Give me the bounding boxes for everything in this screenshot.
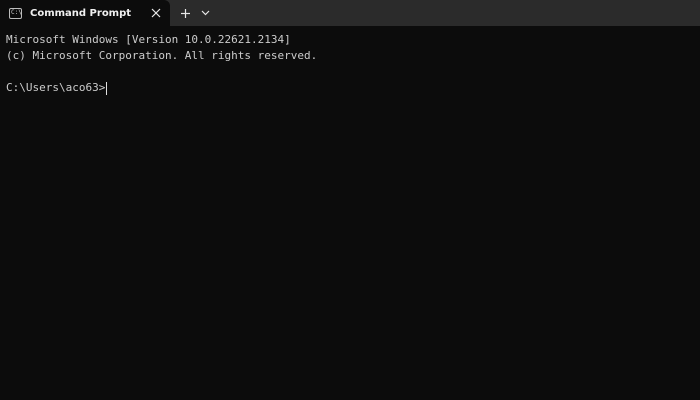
output-line-version: Microsoft Windows [Version 10.0.22621.21… [6,33,291,46]
tab-title: Command Prompt [30,7,132,19]
prompt-path: C:\Users\aco63> [6,81,106,94]
output-line-copyright: (c) Microsoft Corporation. All rights re… [6,49,318,62]
close-icon-glyph [151,8,161,18]
new-tab-button[interactable] [176,4,194,22]
tab-command-prompt[interactable]: C:\ Command Prompt [0,0,170,26]
command-prompt-line[interactable]: C:\Users\aco63> [6,80,694,96]
terminal-icon: C:\ [9,7,22,19]
terminal-window: C:\ Command Prompt Microsoft Windows [Ve… [0,0,700,400]
tab-bar: C:\ Command Prompt [0,0,700,26]
tab-dropdown-button[interactable] [196,4,214,22]
chevron-down-icon [201,10,209,16]
terminal-output[interactable]: Microsoft Windows [Version 10.0.22621.21… [0,26,700,400]
plus-icon [180,8,190,18]
text-cursor [106,81,108,95]
close-icon[interactable] [147,4,165,22]
